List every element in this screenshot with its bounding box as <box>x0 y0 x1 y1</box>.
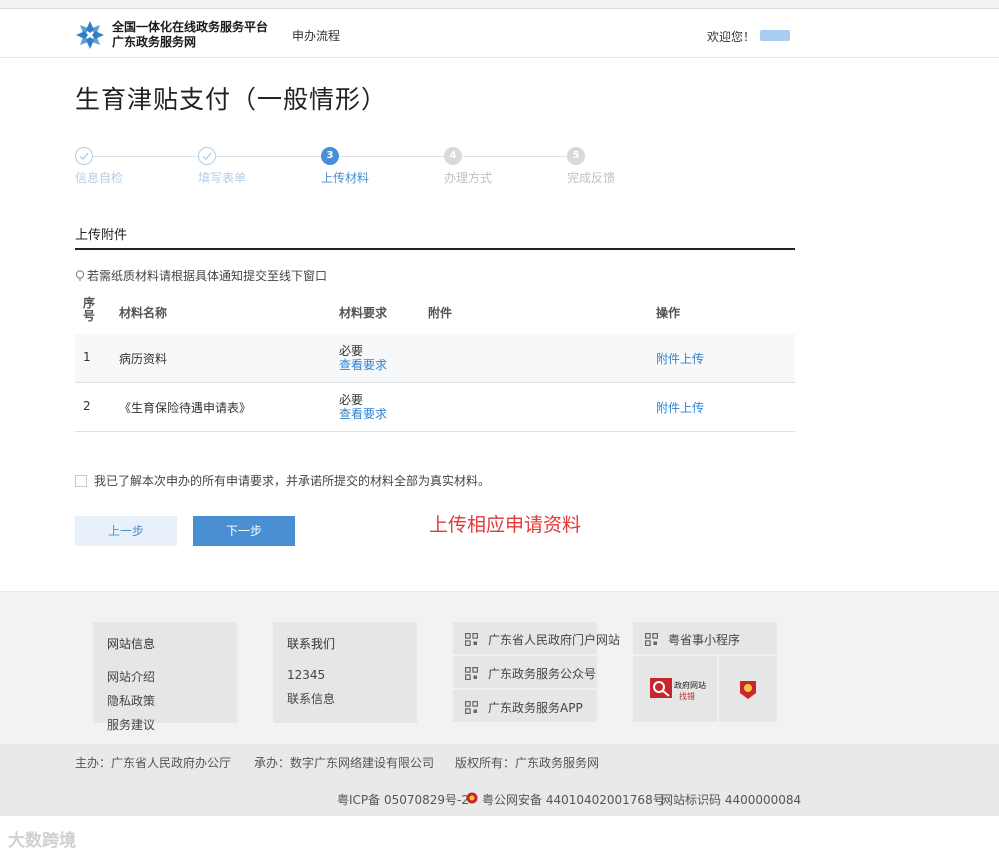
welcome-text: 欢迎您！ <box>707 30 756 44</box>
lightbulb-icon <box>75 270 85 281</box>
gov-site-error-report-badge[interactable]: 政府网站 找错 <box>633 656 717 722</box>
footer-bar: 主办：广东省人民政府办公厅 承办：数字广东网络建设有限公司 版权所有：广东政务服… <box>0 744 999 816</box>
site-intro-link[interactable]: 网站介绍 <box>107 668 155 685</box>
step-1-label: 信息自检 <box>75 171 124 185</box>
site-header: 全国一体化在线政务服务平台 广东政务服务网 申办流程 欢迎您！ <box>0 10 999 58</box>
th-requirement: 材料要求 <box>339 306 388 320</box>
step-4-number: 4 <box>444 147 462 165</box>
step-4-label: 办理方式 <box>444 171 493 185</box>
progress-steps: 信息自检 填写表单 3 上传材料 4 办理方式 5 完成反馈 <box>75 147 635 187</box>
step-connector <box>216 156 321 157</box>
badge-text-1: 政府网站 <box>674 681 706 690</box>
notice-text: 若需纸质材料请根据具体通知提交至线下窗口 <box>87 269 328 283</box>
agreement-text[interactable]: 我已了解本次申办的所有申请要求，并承诺所提交的材料全部为真实材料。 <box>94 474 490 488</box>
page-title: 生育津贴支付（一般情形） <box>75 85 388 114</box>
th-seq: 序 号 <box>83 297 95 323</box>
next-step-button[interactable]: 下一步 <box>193 516 295 546</box>
gov-portal-link[interactable]: 广东省人民政府门户网站 <box>453 622 620 654</box>
th-name: 材料名称 <box>119 306 168 320</box>
th-seq-line2: 号 <box>83 309 96 323</box>
step-connector <box>462 156 567 157</box>
prev-step-button[interactable]: 上一步 <box>75 516 177 546</box>
watermark: 大数跨境 <box>8 831 76 851</box>
badge-text-2: 找错 <box>679 692 695 701</box>
contact-box: 联系我们 12345 联系信息 <box>273 622 417 723</box>
step-3-number: 3 <box>321 147 339 165</box>
qr-code-icon <box>645 633 658 646</box>
service-feedback-link[interactable]: 服务建议 <box>107 716 155 733</box>
wechat-account-link[interactable]: 广东政务服务公众号 <box>453 656 597 688</box>
undertaker-info: 承办：数字广东网络建设有限公司 <box>254 756 435 770</box>
step-connector <box>339 156 444 157</box>
mini-program-link[interactable]: 粤省事小程序 <box>633 622 777 654</box>
annotation-text: 上传相应申请资料 <box>429 514 582 536</box>
attachment-upload-link[interactable]: 附件上传 <box>656 350 704 367</box>
site-id-code: 网站标识码 4400000084 <box>661 793 802 807</box>
step-2-label: 填写表单 <box>198 171 247 185</box>
copyright-info: 版权所有：广东政务服务网 <box>455 756 600 770</box>
site-info-box: 网站信息 网站介绍 隐私政策 服务建议 <box>93 622 237 732</box>
host-info: 主办：广东省人民政府办公厅 <box>75 756 232 770</box>
site-name-line2: 广东政务服务网 <box>112 35 197 49</box>
police-badge-icon <box>466 792 478 804</box>
agreement-checkbox[interactable] <box>75 475 87 487</box>
step-3-label: 上传材料 <box>321 171 370 185</box>
username-redacted[interactable] <box>760 30 790 41</box>
browser-bookmarks-bar <box>0 0 999 9</box>
attachment-upload-link[interactable]: 附件上传 <box>656 399 704 416</box>
mobile-app-link[interactable]: 广东政务服务APP <box>453 690 597 722</box>
nav-process-link[interactable]: 申办流程 <box>292 27 340 44</box>
th-action: 操作 <box>656 306 681 320</box>
section-divider <box>75 248 795 250</box>
emblem-icon <box>740 681 756 699</box>
contact-title: 联系我们 <box>287 637 336 651</box>
step-connector <box>93 156 198 157</box>
mini-program-text: 粤省事小程序 <box>668 633 741 647</box>
gov-portal-text: 广东省人民政府门户网站 <box>488 633 621 647</box>
step-2-check-icon <box>198 147 216 165</box>
party-emblem-badge[interactable] <box>719 656 777 722</box>
row-seq: 1 <box>83 350 91 364</box>
paper-material-notice: 若需纸质材料请根据具体通知提交至线下窗口 <box>75 267 327 284</box>
gov-portal-label: 广东省人民政府门户网站 <box>465 631 620 648</box>
hotline-number: 12345 <box>287 668 326 682</box>
qr-code-icon <box>465 667 478 680</box>
mobile-app-text: 广东政务服务APP <box>488 701 583 715</box>
mini-program-label: 粤省事小程序 <box>645 631 740 648</box>
step-5-label: 完成反馈 <box>567 171 616 185</box>
police-record[interactable]: 粤公网安备 44010402001768号 <box>482 791 665 808</box>
magnifier-icon <box>650 678 672 698</box>
row-material-name: 病历资料 <box>119 352 168 366</box>
row-material-name: 《生育保险待遇申请表》 <box>119 401 252 415</box>
row-seq: 2 <box>83 399 91 413</box>
privacy-policy-link[interactable]: 隐私政策 <box>107 692 155 709</box>
wechat-account-text: 广东政务服务公众号 <box>488 667 597 681</box>
step-1-check-icon <box>75 147 93 165</box>
agreement-row: 我已了解本次申办的所有申请要求，并承诺所提交的材料全部为真实材料。 <box>75 472 490 489</box>
view-requirement-link[interactable]: 查看要求 <box>339 356 387 373</box>
table-row: 1 病历资料 必要 查看要求 附件上传 <box>75 334 795 383</box>
icp-record[interactable]: 粤ICP备 05070829号-2 <box>337 791 469 808</box>
table-row: 2 《生育保险待遇申请表》 必要 查看要求 附件上传 <box>75 383 795 432</box>
qr-code-icon <box>465 633 478 646</box>
view-requirement-link[interactable]: 查看要求 <box>339 405 387 422</box>
th-attachment: 附件 <box>428 306 453 320</box>
site-logo-icon[interactable] <box>75 20 105 50</box>
step-5-number: 5 <box>567 147 585 165</box>
section-title-upload: 上传附件 <box>75 228 128 243</box>
contact-info-link[interactable]: 联系信息 <box>287 690 335 707</box>
qr-code-icon <box>465 701 478 714</box>
mobile-app-label: 广东政务服务APP <box>465 699 583 716</box>
site-info-title: 网站信息 <box>107 637 156 651</box>
wechat-account-label: 广东政务服务公众号 <box>465 665 596 682</box>
